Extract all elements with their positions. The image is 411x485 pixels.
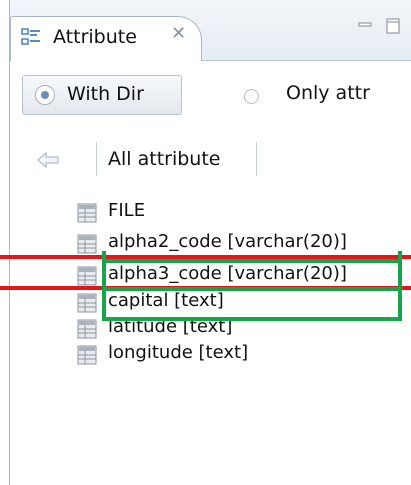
list-item-label: FILE (108, 200, 146, 221)
list-item-label: longitude [text] (108, 342, 249, 363)
tab-attribute[interactable]: Attribute ✕ (10, 16, 202, 61)
breadcrumb-divider (256, 142, 257, 176)
with-dir-radio[interactable]: With Dir (22, 75, 182, 115)
with-dir-label: With Dir (67, 83, 144, 105)
tab-title: Attribute (53, 26, 137, 48)
column-table-icon (76, 233, 98, 255)
list-item-label: alpha2_code [varchar(20)] (108, 231, 347, 252)
only-attr-radio[interactable]: Only attr (286, 82, 370, 104)
column-table-icon (76, 202, 98, 224)
column-table-icon (76, 318, 98, 340)
column-table-icon (76, 344, 98, 366)
column-table-icon (76, 265, 98, 287)
breadcrumb-item-all-attribute[interactable]: All attribute (108, 148, 220, 170)
close-icon[interactable]: ✕ (171, 23, 186, 44)
radio-unselected-icon[interactable] (244, 89, 259, 104)
breadcrumb-divider (96, 142, 97, 176)
radio-selected-icon (35, 85, 55, 105)
minimize-icon[interactable] (358, 18, 372, 32)
maximize-icon[interactable] (386, 18, 400, 34)
back-arrow-icon[interactable] (36, 150, 60, 170)
annotation-green-box (102, 251, 402, 321)
column-table-icon (76, 292, 98, 314)
attribute-view-icon (21, 27, 41, 47)
